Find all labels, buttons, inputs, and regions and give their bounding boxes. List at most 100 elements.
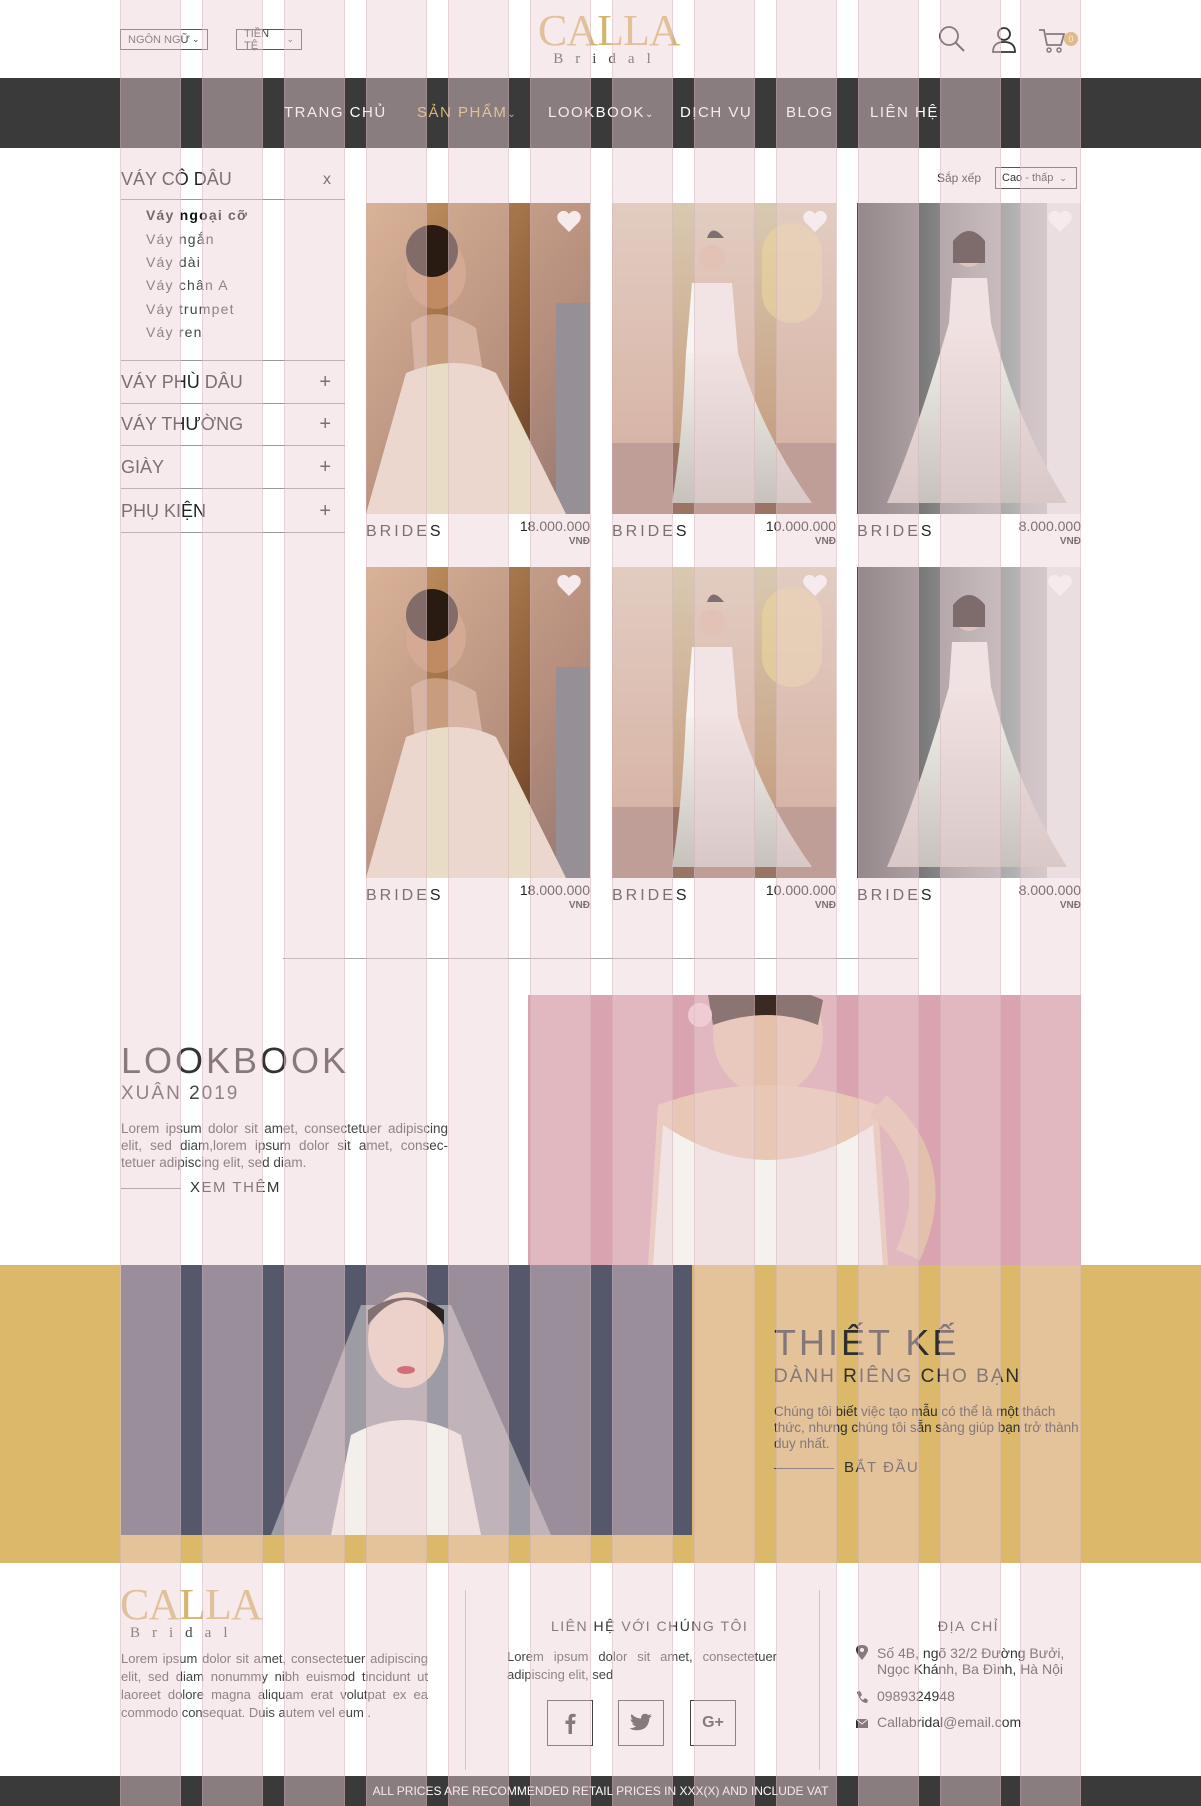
heart-icon[interactable] xyxy=(802,573,828,599)
language-select[interactable]: NGÔN NGỮ ⌄ xyxy=(120,29,208,50)
twitter-button[interactable] xyxy=(618,1700,664,1746)
category-shoes[interactable]: GIÀY + xyxy=(121,447,345,489)
logo[interactable]: CALLA Bridal xyxy=(538,9,681,67)
category-casual-dresses[interactable]: VÁY THƯỜNG + xyxy=(121,404,345,446)
see-more-link[interactable]: XEM THÊM xyxy=(190,1179,281,1196)
sort-label: Sắp xếp xyxy=(937,171,982,185)
phone-number[interactable]: 0989324948 xyxy=(877,1688,955,1704)
address-heading: ĐỊA CHỈ xyxy=(938,1618,1000,1634)
category-label: VÁY THƯỜNG xyxy=(121,414,244,434)
product-image[interactable] xyxy=(857,567,1081,878)
plus-icon: + xyxy=(319,371,331,393)
product-price: 10.000.000 xyxy=(765,882,836,898)
subcategory-long[interactable]: Váy dài xyxy=(146,254,201,270)
heart-icon[interactable] xyxy=(556,573,582,599)
category-wedding-dresses[interactable]: VÁY CÔ DÂU x xyxy=(121,160,345,200)
sidebar-divider xyxy=(121,360,345,361)
lookbook-text: Lorem ipsum dolor sit amet, consectetuer… xyxy=(121,1121,448,1170)
product-name[interactable]: BRIDES xyxy=(612,887,690,905)
subcategory-lace[interactable]: Váy ren xyxy=(146,324,203,340)
heart-icon[interactable] xyxy=(1047,209,1073,235)
product-name[interactable]: BRIDES xyxy=(366,523,444,541)
product-name[interactable]: BRIDES xyxy=(857,523,935,541)
search-icon[interactable] xyxy=(937,24,967,54)
nav-item-lookbook[interactable]: LOOKBOOK⌄ xyxy=(548,78,655,148)
product-currency: VNĐ xyxy=(1059,900,1081,911)
subcategory-trumpet[interactable]: Váy trumpet xyxy=(146,301,235,317)
cart-count-badge: 0 xyxy=(1064,32,1078,46)
product-currency: VNĐ xyxy=(1059,536,1081,547)
nav-item-contact[interactable]: LIÊN HỆ xyxy=(870,78,939,148)
language-label: NGÔN NGỮ xyxy=(128,33,190,46)
nav-label: LIÊN HỆ xyxy=(870,104,939,121)
heart-icon[interactable] xyxy=(1047,573,1073,599)
nav-item-home[interactable]: TRANG CHỦ xyxy=(284,78,387,148)
product-image[interactable] xyxy=(366,203,590,514)
start-button[interactable]: BẮT ĐẦU xyxy=(844,1459,919,1476)
subcategory-a-line[interactable]: Váy chân A xyxy=(146,277,229,293)
heart-icon[interactable] xyxy=(556,209,582,235)
sort-value: Cao - thấp xyxy=(1002,172,1054,184)
product-image[interactable] xyxy=(612,567,836,878)
nav-label: DỊCH VỤ xyxy=(680,104,753,121)
plus-icon: + xyxy=(319,413,331,435)
subcategory-short[interactable]: Váy ngắn xyxy=(146,231,215,247)
logo-sub: Bridal xyxy=(553,51,663,67)
product-image[interactable] xyxy=(366,567,590,878)
design-text: Chúng tôi biết việc tạo mẫu có thể là mộ… xyxy=(774,1404,1079,1451)
twitter-icon xyxy=(629,1713,652,1731)
nav-label: TRANG CHỦ xyxy=(284,104,387,121)
user-icon[interactable] xyxy=(989,24,1019,54)
product-price: 18.000.000 xyxy=(519,882,590,898)
category-bridesmaid-dresses[interactable]: VÁY PHÙ DÂU + xyxy=(121,362,345,404)
chevron-down-icon: ⌄ xyxy=(645,109,655,120)
google-plus-button[interactable]: G+ xyxy=(690,1700,736,1746)
product-currency: VNĐ xyxy=(814,900,836,911)
top-header: NGÔN NGỮ ⌄ TIỀN TỆ ⌄ CALLA Bridal 0 xyxy=(0,0,1201,78)
footer-logo[interactable]: CALLA Bridal xyxy=(120,1580,263,1641)
bride-veil-image[interactable] xyxy=(121,1265,692,1535)
address-line: Số 4B, ngõ 32/2 Đường Bưởi, xyxy=(877,1645,1065,1661)
cart-icon[interactable] xyxy=(1037,24,1067,54)
nav-label: LOOKBOOK xyxy=(548,104,646,121)
category-accessories[interactable]: PHỤ KIỆN + xyxy=(121,491,345,533)
contact-heading: LIÊN HỆ VỚI CHÚNG TÔI xyxy=(551,1618,749,1634)
sort-select[interactable]: Cao - thấp ⌄ xyxy=(995,167,1077,189)
currency-select[interactable]: TIỀN TỆ ⌄ xyxy=(236,28,302,52)
plus-icon: + xyxy=(319,456,331,478)
section-divider xyxy=(283,958,918,959)
logo-word: CALLA xyxy=(120,1580,263,1629)
product-price: 18.000.000 xyxy=(519,518,590,534)
footer-separator xyxy=(819,1590,820,1770)
location-pin-icon xyxy=(856,1645,868,1660)
product-image[interactable] xyxy=(612,203,836,514)
contact-text: Lorem ipsum dolor sit amet, consectetuer… xyxy=(507,1649,777,1682)
nav-item-products[interactable]: SẢN PHẨM⌄ xyxy=(417,78,517,148)
lookbook-image[interactable] xyxy=(528,995,1081,1265)
decorative-line xyxy=(121,1188,181,1189)
chevron-down-icon: ⌄ xyxy=(286,34,294,44)
chevron-down-icon: ⌄ xyxy=(191,34,200,44)
design-subtitle: DÀNH RIÊNG CHO BẠN xyxy=(774,1366,1022,1387)
product-name[interactable]: BRIDES xyxy=(857,887,935,905)
category-label: VÁY PHÙ DÂU xyxy=(121,372,243,392)
product-image[interactable] xyxy=(857,203,1081,514)
lookbook-title: LOOKBOOK xyxy=(121,1040,350,1081)
nav-item-services[interactable]: DỊCH VỤ xyxy=(680,78,752,148)
facebook-button[interactable] xyxy=(547,1700,593,1746)
product-name[interactable]: BRIDES xyxy=(612,523,690,541)
main-nav: TRANG CHỦ SẢN PHẨM⌄ LOOKBOOK⌄ DỊCH VỤ BL… xyxy=(0,78,1201,148)
chevron-down-icon: ⌄ xyxy=(507,109,518,120)
email-address[interactable]: Callabridal@email.com xyxy=(877,1714,1021,1730)
design-title: THIẾT KẾ xyxy=(774,1322,960,1363)
nav-label: SẢN PHẨM xyxy=(417,104,508,121)
subcategory-plus-size[interactable]: Váy ngoại cỡ xyxy=(146,207,248,223)
heart-icon[interactable] xyxy=(802,209,828,235)
nav-item-blog[interactable]: BLOG xyxy=(786,78,834,148)
close-icon[interactable]: x xyxy=(323,171,331,189)
product-currency: VNĐ xyxy=(568,900,590,911)
decorative-line xyxy=(774,1468,834,1469)
nav-label: BLOG xyxy=(786,104,834,121)
address-line: Ngọc Khánh, Ba Đình, Hà Nội xyxy=(877,1661,1063,1677)
product-name[interactable]: BRIDES xyxy=(366,887,444,905)
